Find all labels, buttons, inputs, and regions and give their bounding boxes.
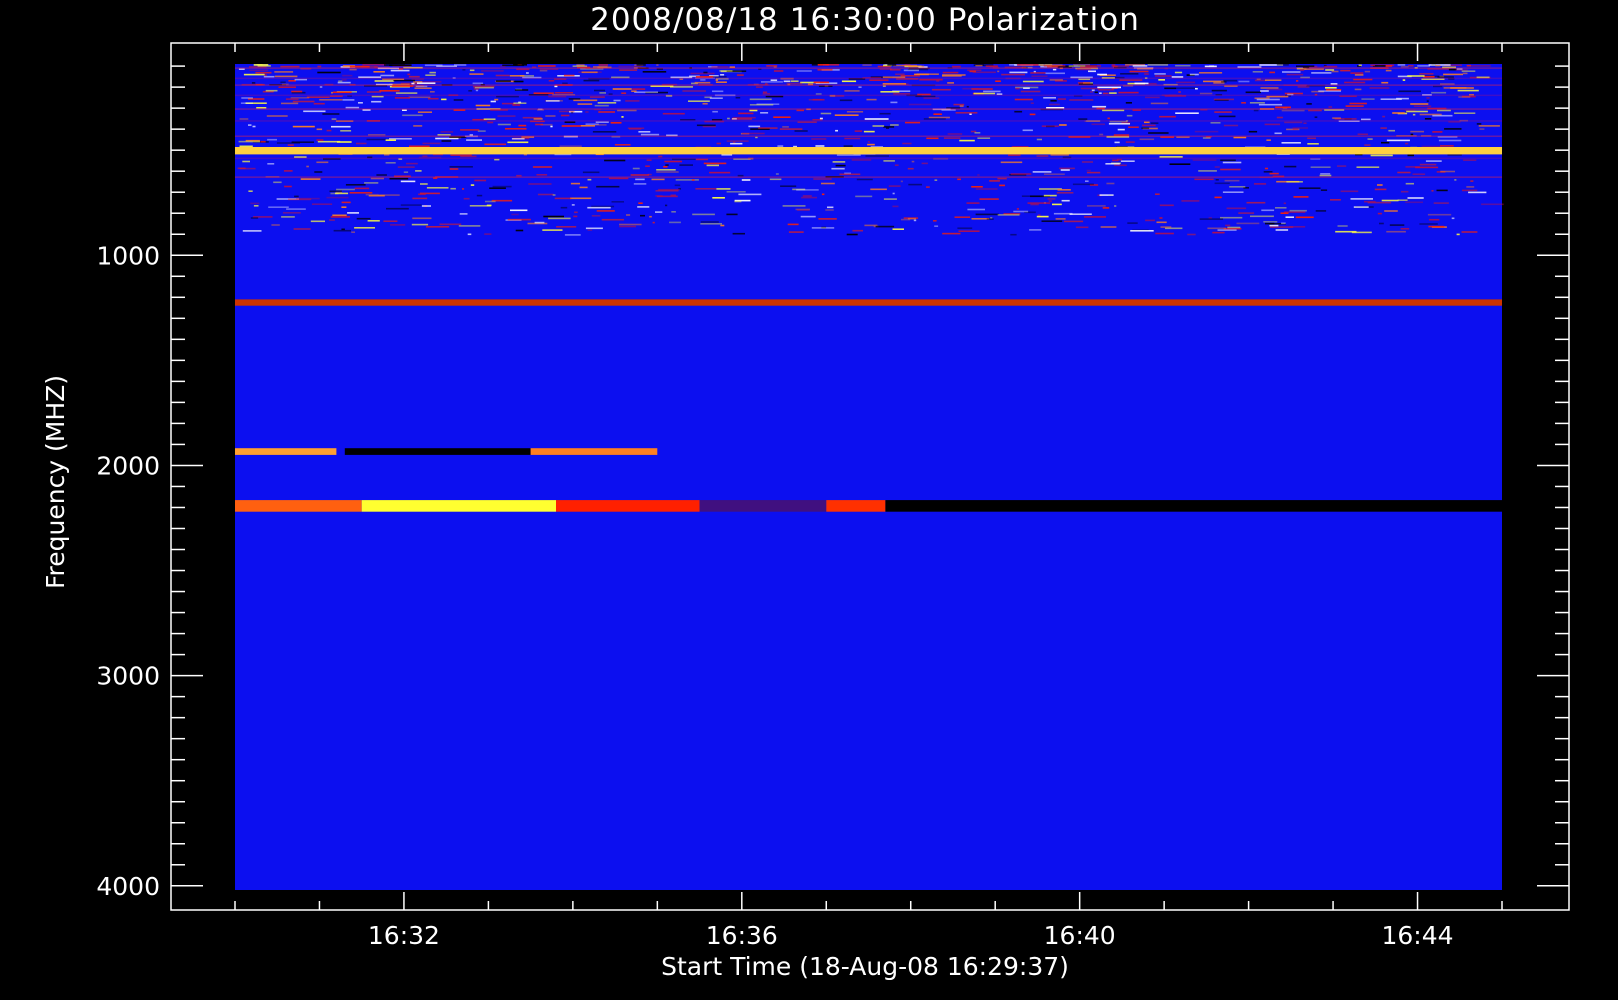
x-tick-label: 16:36 bbox=[706, 921, 778, 950]
x-tick-label: 16:32 bbox=[368, 921, 440, 950]
spectral-band bbox=[235, 500, 362, 512]
spectrogram-chart: 2008/08/18 16:30:00 Polarization 16:32 16… bbox=[0, 0, 1618, 1000]
y-tick-label: 2000 bbox=[96, 451, 160, 480]
spectral-band bbox=[530, 448, 658, 455]
spectral-band bbox=[361, 500, 556, 512]
plot-area bbox=[235, 64, 1504, 890]
spectral-band bbox=[885, 500, 1502, 512]
y-tick-label: 3000 bbox=[96, 662, 160, 691]
spectral-band bbox=[699, 500, 827, 512]
spectral-band bbox=[344, 448, 531, 455]
y-tick-label: 4000 bbox=[96, 872, 160, 901]
spectral-band bbox=[826, 500, 886, 512]
spectral-band bbox=[556, 500, 700, 512]
chart-title: 2008/08/18 16:30:00 Polarization bbox=[590, 2, 1140, 38]
x-tick-label: 16:40 bbox=[1044, 921, 1116, 950]
y-tick-label: 1000 bbox=[96, 241, 160, 270]
x-axis-label: Start Time (18-Aug-08 16:29:37) bbox=[661, 952, 1069, 981]
x-tick-label: 16:44 bbox=[1382, 921, 1454, 950]
spectral-band bbox=[235, 448, 337, 455]
y-axis-label: Frequency (MHZ) bbox=[41, 375, 70, 589]
spectral-band bbox=[235, 147, 1502, 155]
spectral-band bbox=[235, 299, 1502, 306]
